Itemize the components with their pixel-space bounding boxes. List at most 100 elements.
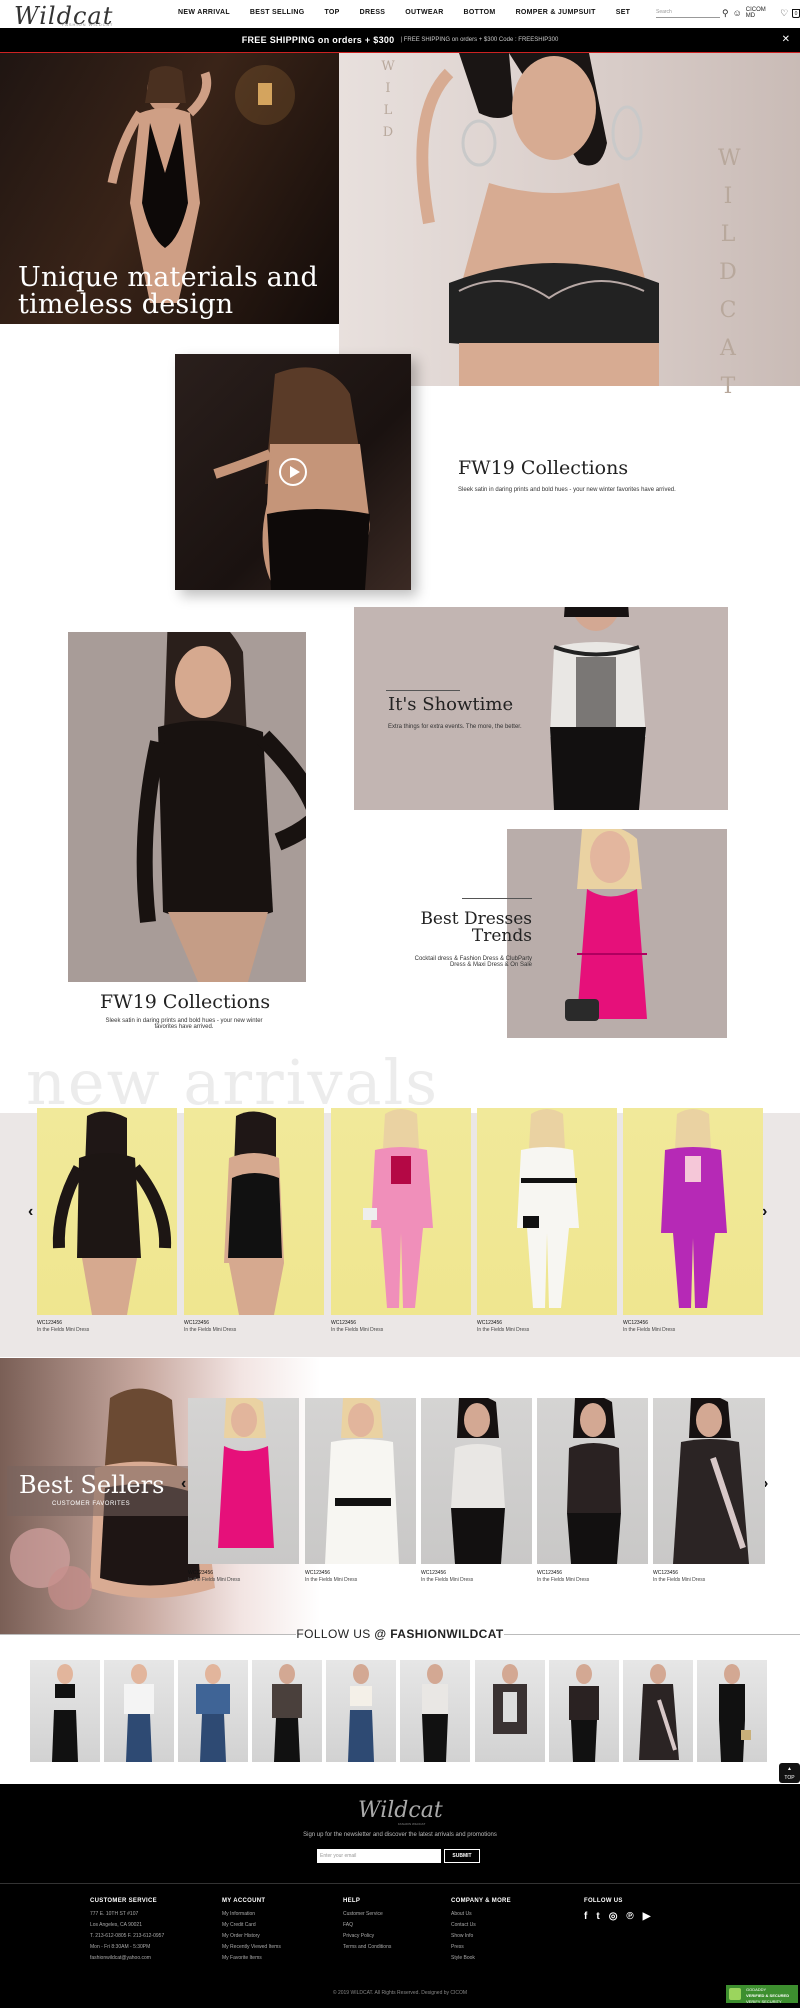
footer-link[interactable]: My Credit Card (222, 1922, 281, 1928)
footer-link[interactable]: My Recently Viewed Items (222, 1944, 281, 1950)
product-3-name[interactable]: In the Fields Mini Dress (331, 1327, 383, 1333)
instagram-post-1[interactable] (30, 1660, 100, 1762)
instagram-post-6[interactable] (400, 1660, 470, 1762)
chevron-left-icon[interactable]: ‹ (181, 1475, 186, 1493)
instagram-icon[interactable]: ◎ (609, 1911, 618, 1922)
instagram-post-2[interactable] (104, 1660, 174, 1762)
user-icon[interactable]: ☺ (733, 8, 742, 18)
footer-link[interactable]: Style Book (451, 1955, 511, 1961)
best-seller-card-1[interactable] (188, 1398, 299, 1564)
feature-4-rule (462, 898, 532, 899)
post-photo (569, 1664, 599, 1762)
footer-link[interactable]: My Order History (222, 1933, 281, 1939)
product-card-2[interactable] (184, 1108, 324, 1315)
page: Wildcat FASHION WILDCAT NEW ARRIVAL BEST… (0, 0, 800, 2008)
facebook-icon[interactable]: f (584, 1911, 587, 1922)
main-nav: NEW ARRIVAL BEST SELLING TOP DRESS OUTWE… (178, 9, 650, 16)
post-photo (422, 1664, 448, 1762)
post-photo (196, 1664, 230, 1762)
best-seller-5-name[interactable]: In the Fields Mini Dress (653, 1577, 705, 1583)
chevron-left-icon[interactable]: ‹ (28, 1203, 33, 1221)
close-icon[interactable]: ✕ (782, 34, 790, 45)
feature-1-subtitle: Sleek satin in daring prints and bold hu… (458, 487, 676, 493)
best-seller-4-name[interactable]: In the Fields Mini Dress (537, 1577, 589, 1583)
play-icon[interactable] (279, 458, 307, 486)
footer-email-link[interactable]: fashionwildcat@yahoo.com (90, 1955, 164, 1961)
product-card-4[interactable] (477, 1108, 617, 1315)
security-badge[interactable]: GODADDY VERIFIED & SECURED VERIFY SECURI… (726, 1985, 798, 2004)
newsletter-email-input[interactable]: Enter your email (317, 1849, 441, 1863)
footer-link[interactable]: My Favorite Items (222, 1955, 281, 1961)
footer-link[interactable]: Terms and Conditions (343, 1944, 391, 1950)
footer-link[interactable]: My Information (222, 1911, 281, 1917)
youtube-icon[interactable]: ▶ (643, 1911, 651, 1922)
search-input[interactable]: Search (656, 9, 720, 18)
post-photo (493, 1664, 527, 1734)
instagram-post-5[interactable] (326, 1660, 396, 1762)
product-card-1[interactable] (37, 1108, 177, 1315)
instagram-post-9[interactable] (623, 1660, 693, 1762)
instagram-post-10[interactable] (697, 1660, 767, 1762)
best-seller-3-name[interactable]: In the Fields Mini Dress (421, 1577, 473, 1583)
product-1-name[interactable]: In the Fields Mini Dress (37, 1327, 89, 1333)
footer-link[interactable]: Show Info (451, 1933, 511, 1939)
best-seller-card-3[interactable] (421, 1398, 532, 1564)
dress-trend-image[interactable] (507, 829, 727, 1038)
product-card-5[interactable] (623, 1108, 763, 1315)
nav-item-set[interactable]: SET (616, 9, 631, 16)
promo-headline: FREE SHIPPING on orders + $300 (241, 35, 395, 45)
cart-count: 0 (794, 10, 798, 17)
instagram-post-3[interactable] (178, 1660, 248, 1762)
best-sellers-title: Best Sellers (19, 1471, 165, 1499)
lace-bodysuit-image[interactable] (68, 632, 306, 982)
nav-item-bottom[interactable]: BOTTOM (464, 9, 496, 16)
footer-phone: T. 213-612-0805 F. 213-612-0957 (90, 1933, 165, 1939)
product-5-name[interactable]: In the Fields Mini Dress (623, 1327, 675, 1333)
site-header: Wildcat FASHION WILDCAT NEW ARRIVAL BEST… (0, 0, 800, 30)
instagram-post-8[interactable] (549, 1660, 619, 1762)
product-2-name[interactable]: In the Fields Mini Dress (184, 1327, 236, 1333)
product-photo (567, 1398, 621, 1564)
cart-icon[interactable]: 0 (792, 8, 800, 18)
best-seller-card-5[interactable] (653, 1398, 765, 1564)
feature-2-rule (386, 690, 460, 691)
footer-divider (0, 1883, 800, 1884)
footer-col-heading: HELP (343, 1898, 361, 1904)
footer-link[interactable]: FAQ (343, 1922, 391, 1928)
new-arrivals-heading: new arrivals (26, 1046, 440, 1119)
nav-item-top[interactable]: TOP (324, 9, 339, 16)
footer-link[interactable]: Press (451, 1944, 511, 1950)
scroll-to-top-button[interactable]: ▲ TOP (779, 1763, 800, 1783)
pinterest-icon[interactable]: ℗ (626, 1911, 633, 1922)
best-seller-2-name[interactable]: In the Fields Mini Dress (305, 1577, 357, 1583)
footer-col-heading: CUSTOMER SERVICE (90, 1898, 157, 1904)
product-photo (673, 1398, 749, 1564)
newsletter-submit-button[interactable]: SUBMIT (444, 1849, 480, 1863)
nav-item-romper-jumpsuit[interactable]: ROMPER & JUMPSUIT (516, 9, 596, 16)
product-card-3[interactable] (331, 1108, 471, 1315)
footer-link[interactable]: Privacy Policy (343, 1933, 391, 1939)
footer-logo[interactable]: Wildcat (358, 1798, 443, 1823)
watermark-left: W I L D (381, 59, 395, 140)
footer-link[interactable]: Contact Us (451, 1922, 511, 1928)
nav-item-new-arrival[interactable]: NEW ARRIVAL (178, 9, 230, 16)
instagram-post-7[interactable] (475, 1660, 545, 1762)
instagram-handle[interactable]: @ FASHIONWILDCAT (374, 1627, 503, 1641)
best-seller-card-2[interactable] (305, 1398, 416, 1564)
best-sellers-subtitle: CUSTOMER FAVORITES (52, 1501, 131, 1507)
footer-link[interactable]: Customer Service (343, 1911, 391, 1917)
search-icon[interactable]: ⚲ (722, 8, 729, 18)
nav-item-outwear[interactable]: OUTWEAR (405, 9, 443, 16)
nav-item-best-selling[interactable]: BEST SELLING (250, 9, 305, 16)
footer-hours: Mon - Fri 8:30AM - 5:30PM (90, 1944, 151, 1950)
post-photo (348, 1664, 374, 1762)
nav-item-dress[interactable]: DRESS (360, 9, 386, 16)
best-seller-1-name[interactable]: In the Fields Mini Dress (188, 1577, 240, 1583)
instagram-post-4[interactable] (252, 1660, 322, 1762)
account-label[interactable]: CICOM MD (746, 7, 776, 19)
footer-link[interactable]: About Us (451, 1911, 511, 1917)
heart-icon[interactable]: ♡ (780, 8, 788, 18)
best-seller-card-4[interactable] (537, 1398, 648, 1564)
twitter-icon[interactable]: t (596, 1911, 599, 1922)
product-4-name[interactable]: In the Fields Mini Dress (477, 1327, 529, 1333)
